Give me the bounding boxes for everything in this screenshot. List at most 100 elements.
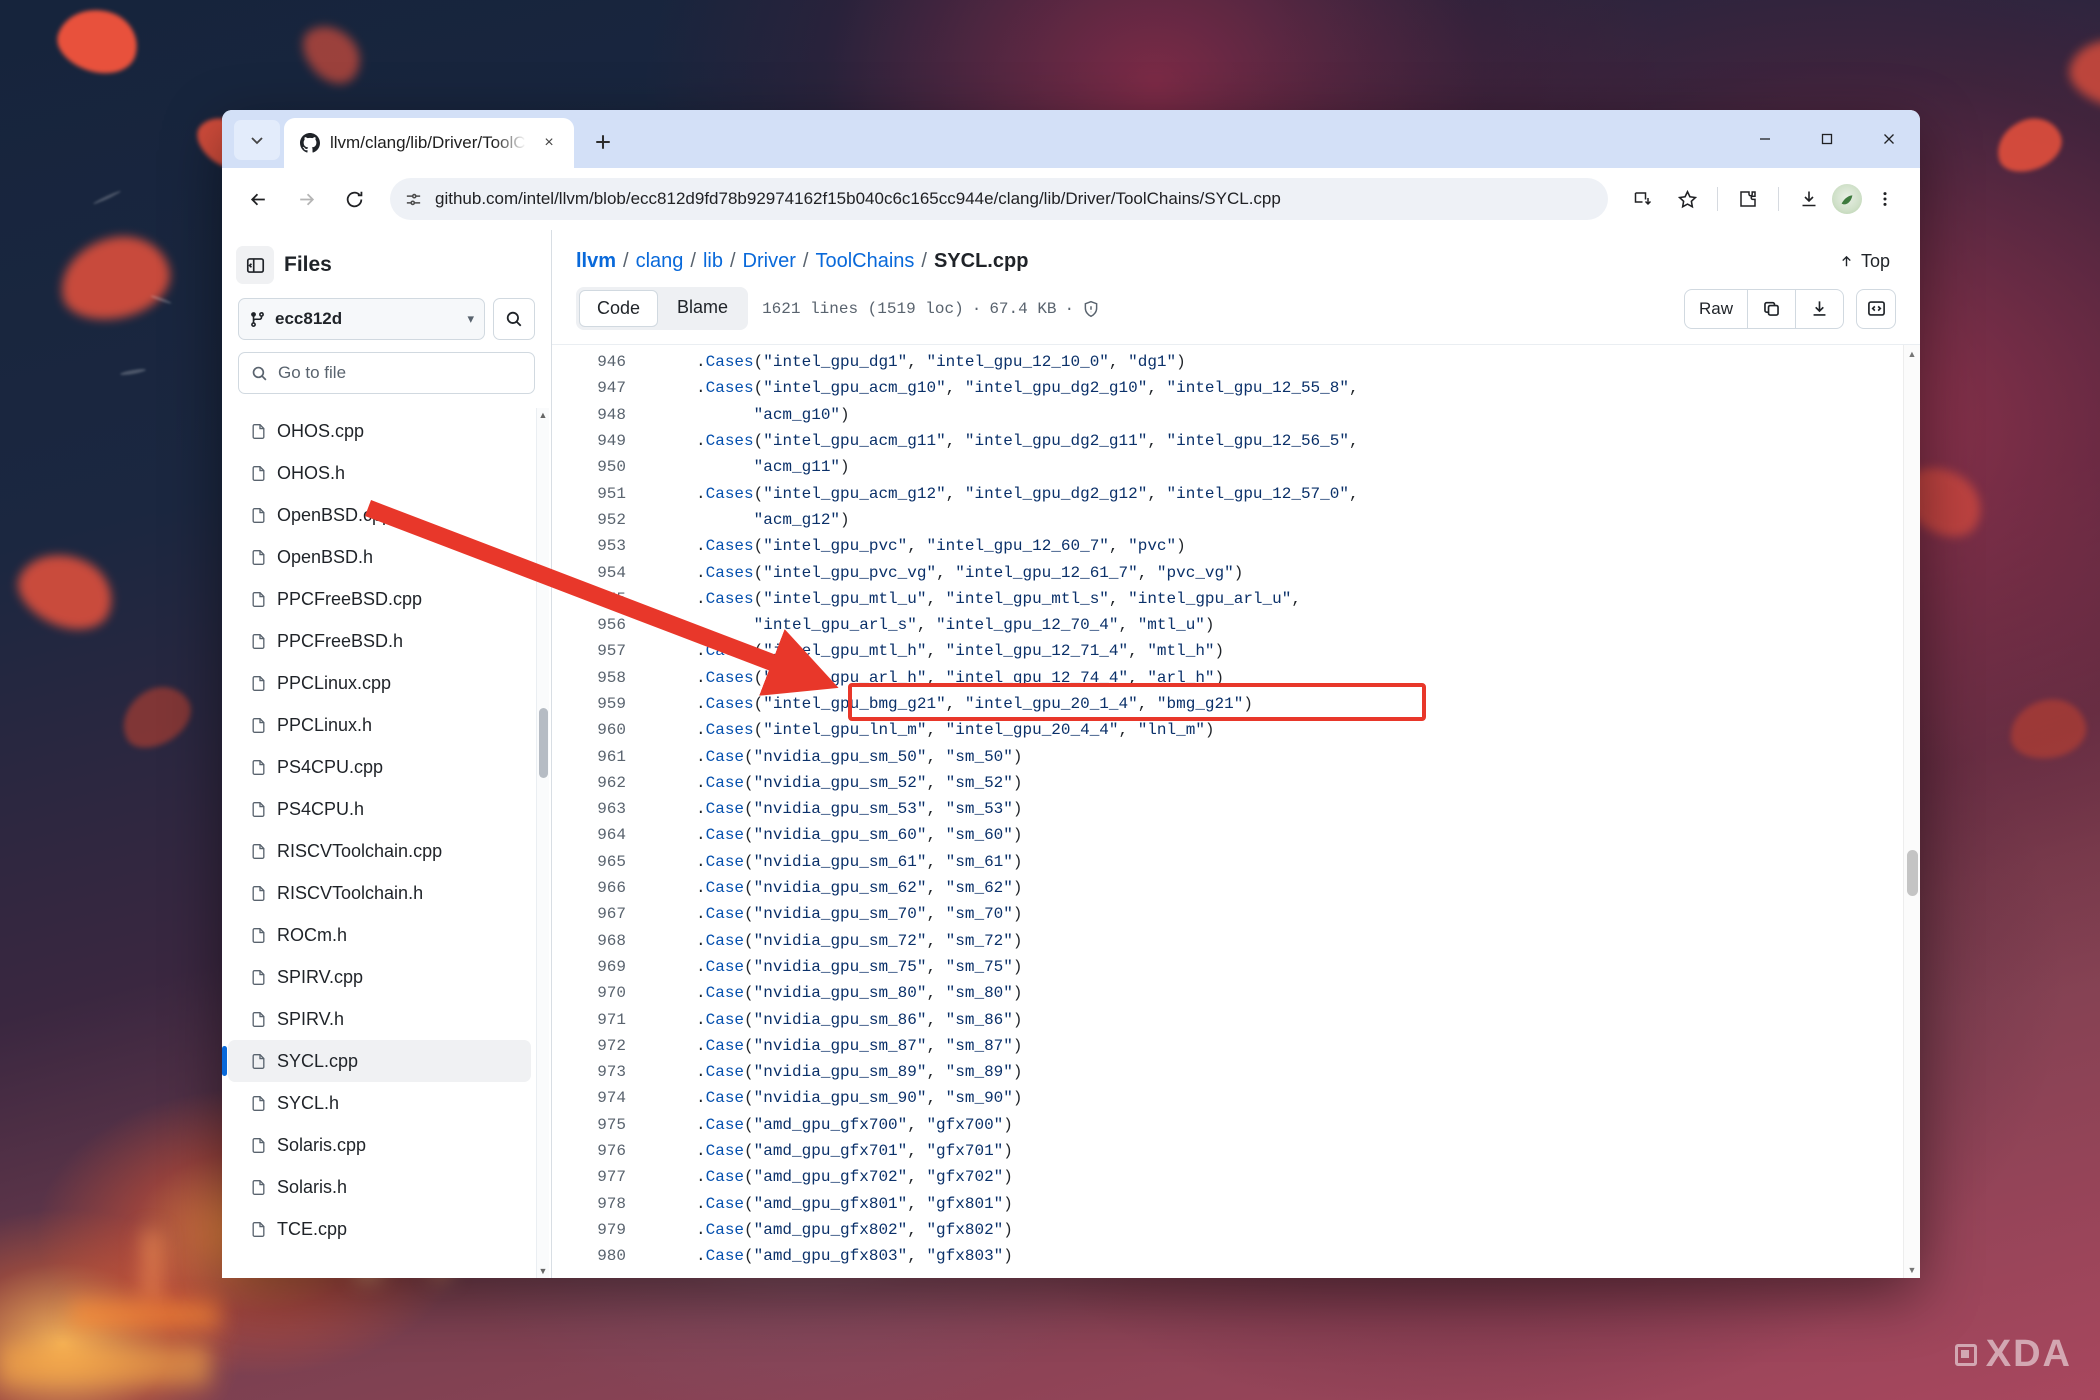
sidebar-scrollbar[interactable]: ▲ ▼ bbox=[536, 408, 549, 1278]
tab-close-button[interactable]: × bbox=[536, 130, 562, 156]
line-number[interactable]: 948 bbox=[552, 406, 644, 424]
line-number[interactable]: 963 bbox=[552, 800, 644, 818]
file-item[interactable]: Solaris.cpp bbox=[228, 1124, 531, 1166]
view-tab-code[interactable]: Code bbox=[579, 290, 659, 327]
window-minimize-button[interactable] bbox=[1734, 110, 1796, 168]
copy-raw-button[interactable] bbox=[1748, 289, 1796, 328]
line-number[interactable]: 947 bbox=[552, 379, 644, 397]
line-number[interactable]: 971 bbox=[552, 1011, 644, 1029]
line-number[interactable]: 968 bbox=[552, 932, 644, 950]
file-item-selected[interactable]: SYCL.cpp bbox=[222, 1040, 531, 1082]
download-raw-button[interactable] bbox=[1796, 290, 1843, 328]
line-number[interactable]: 972 bbox=[552, 1037, 644, 1055]
file-item[interactable]: SYCL.h bbox=[228, 1082, 531, 1124]
line-number[interactable]: 978 bbox=[552, 1195, 644, 1213]
file-item[interactable]: PPCFreeBSD.cpp bbox=[228, 578, 531, 620]
line-number[interactable]: 949 bbox=[552, 432, 644, 450]
line-number[interactable]: 955 bbox=[552, 590, 644, 608]
raw-button[interactable]: Raw bbox=[1685, 289, 1748, 328]
forward-button[interactable] bbox=[284, 177, 328, 221]
code-scroll-thumb[interactable] bbox=[1907, 850, 1918, 896]
file-item[interactable]: OpenBSD.h bbox=[228, 536, 531, 578]
file-item[interactable]: RISCVToolchain.cpp bbox=[228, 830, 531, 872]
line-number[interactable]: 964 bbox=[552, 826, 644, 844]
line-number[interactable]: 951 bbox=[552, 485, 644, 503]
top-link[interactable]: Top bbox=[1839, 251, 1896, 272]
window-close-button[interactable] bbox=[1858, 110, 1920, 168]
file-item[interactable]: SPIRV.h bbox=[228, 998, 531, 1040]
sidebar-search-button[interactable] bbox=[493, 298, 535, 340]
site-settings-icon[interactable] bbox=[404, 190, 423, 209]
scroll-down-arrow-icon[interactable]: ▼ bbox=[537, 1264, 549, 1278]
line-number[interactable]: 974 bbox=[552, 1089, 644, 1107]
line-number[interactable]: 979 bbox=[552, 1221, 644, 1239]
address-bar[interactable]: github.com/intel/llvm/blob/ecc812d9fd78b… bbox=[390, 178, 1608, 220]
scroll-up-arrow-icon[interactable]: ▲ bbox=[1904, 345, 1920, 362]
file-item[interactable]: PPCLinux.cpp bbox=[228, 662, 531, 704]
line-number[interactable]: 966 bbox=[552, 879, 644, 897]
file-item[interactable]: PPCLinux.h bbox=[228, 704, 531, 746]
back-button[interactable] bbox=[236, 177, 280, 221]
file-item[interactable]: OpenBSD.cpp bbox=[228, 494, 531, 536]
sidebar-toggle-button[interactable] bbox=[236, 246, 274, 284]
extensions-button[interactable] bbox=[1727, 178, 1769, 220]
line-number[interactable]: 954 bbox=[552, 564, 644, 582]
line-number[interactable]: 952 bbox=[552, 511, 644, 529]
line-number[interactable]: 953 bbox=[552, 537, 644, 555]
browser-tab-active[interactable]: llvm/clang/lib/Driver/ToolChains/SYCL.cp… bbox=[284, 118, 574, 168]
breadcrumb-part[interactable]: Driver bbox=[743, 250, 796, 273]
file-item[interactable]: ROCm.h bbox=[228, 914, 531, 956]
chrome-menu-button[interactable] bbox=[1864, 178, 1906, 220]
file-item[interactable]: PS4CPU.cpp bbox=[228, 746, 531, 788]
view-tab-blame[interactable]: Blame bbox=[660, 290, 745, 327]
line-number[interactable]: 960 bbox=[552, 721, 644, 739]
line-number[interactable]: 975 bbox=[552, 1116, 644, 1134]
line-number[interactable]: 980 bbox=[552, 1247, 644, 1265]
file-item[interactable]: RISCVToolchain.h bbox=[228, 872, 531, 914]
file-item[interactable]: SPIRV.cpp bbox=[228, 956, 531, 998]
line-number[interactable]: 956 bbox=[552, 616, 644, 634]
line-number[interactable]: 970 bbox=[552, 984, 644, 1002]
breadcrumb-part[interactable]: ToolChains bbox=[815, 250, 914, 273]
install-app-icon[interactable] bbox=[1622, 178, 1664, 220]
line-number[interactable]: 961 bbox=[552, 748, 644, 766]
code-scrollbar[interactable]: ▲ ▼ bbox=[1903, 345, 1920, 1278]
new-tab-button[interactable] bbox=[584, 123, 622, 161]
line-number[interactable]: 957 bbox=[552, 642, 644, 660]
branch-selector[interactable]: ecc812d ▾ bbox=[238, 298, 485, 340]
file-item[interactable]: TCE.cpp bbox=[228, 1208, 531, 1250]
goto-file-input[interactable] bbox=[278, 363, 522, 383]
shield-icon[interactable] bbox=[1082, 300, 1100, 318]
symbols-panel-button[interactable] bbox=[1856, 288, 1896, 329]
sidebar-scroll-thumb[interactable] bbox=[539, 708, 548, 778]
line-number[interactable]: 967 bbox=[552, 905, 644, 923]
breadcrumb-part[interactable]: lib bbox=[703, 250, 723, 273]
line-number[interactable]: 977 bbox=[552, 1168, 644, 1186]
file-item[interactable]: OHOS.cpp bbox=[228, 410, 531, 452]
line-number[interactable]: 969 bbox=[552, 958, 644, 976]
line-number[interactable]: 973 bbox=[552, 1063, 644, 1081]
reload-button[interactable] bbox=[332, 177, 376, 221]
scroll-down-arrow-icon[interactable]: ▼ bbox=[1904, 1261, 1920, 1278]
profile-avatar[interactable] bbox=[1832, 184, 1862, 214]
line-number[interactable]: 959 bbox=[552, 695, 644, 713]
line-number[interactable]: 962 bbox=[552, 774, 644, 792]
file-item[interactable]: Solaris.h bbox=[228, 1166, 531, 1208]
breadcrumb-repo[interactable]: llvm bbox=[576, 250, 616, 273]
line-number[interactable]: 946 bbox=[552, 353, 644, 371]
scroll-up-arrow-icon[interactable]: ▲ bbox=[537, 408, 549, 422]
file-item[interactable]: PS4CPU.h bbox=[228, 788, 531, 830]
line-number[interactable]: 958 bbox=[552, 669, 644, 687]
file-item[interactable]: PPCFreeBSD.h bbox=[228, 620, 531, 662]
bookmark-star-button[interactable] bbox=[1666, 178, 1708, 220]
line-number[interactable]: 965 bbox=[552, 853, 644, 871]
line-number[interactable]: 950 bbox=[552, 458, 644, 476]
code-viewport[interactable]: 946 .Cases("intel_gpu_dg1", "intel_gpu_12… bbox=[552, 344, 1920, 1278]
file-item[interactable]: OHOS.h bbox=[228, 452, 531, 494]
line-number[interactable]: 976 bbox=[552, 1142, 644, 1160]
tab-search-button[interactable] bbox=[234, 120, 280, 160]
downloads-button[interactable] bbox=[1788, 178, 1830, 220]
breadcrumb-part[interactable]: clang bbox=[636, 250, 684, 273]
goto-file-box[interactable] bbox=[238, 352, 535, 394]
window-maximize-button[interactable] bbox=[1796, 110, 1858, 168]
